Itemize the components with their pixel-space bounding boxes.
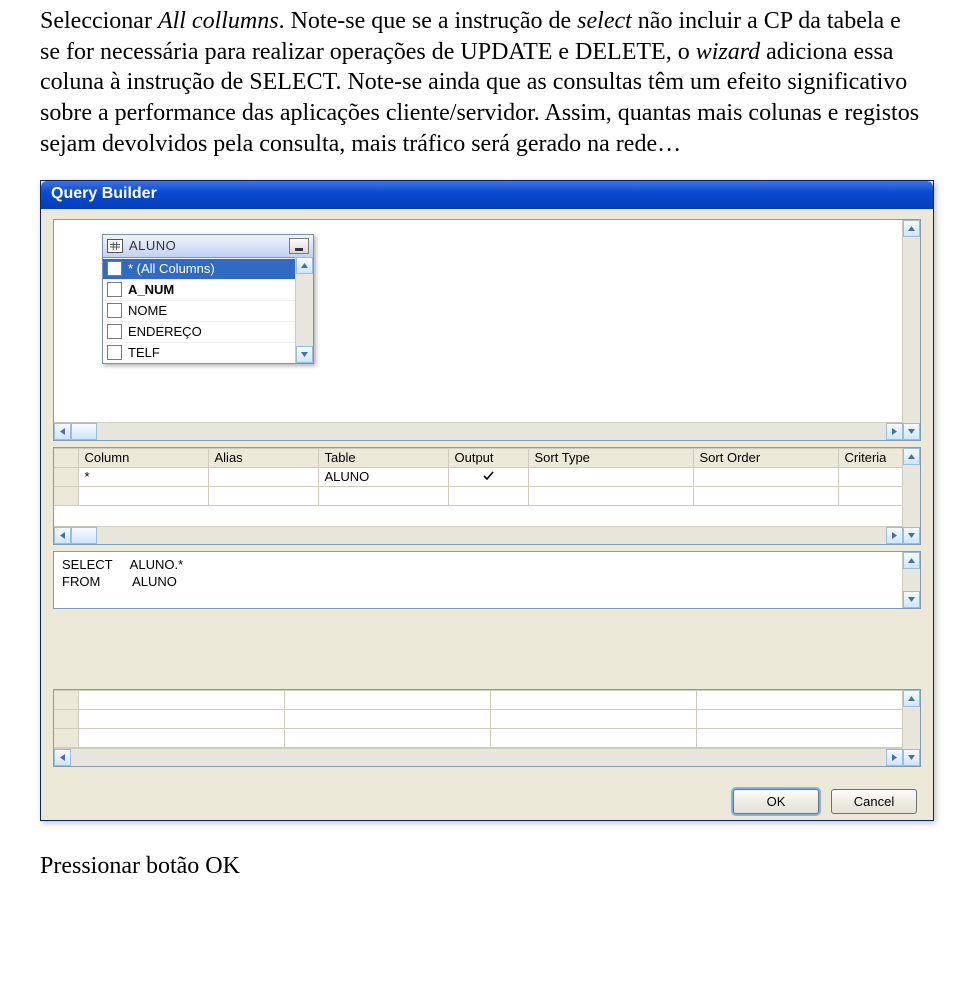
grid-empty-row[interactable] xyxy=(54,709,903,728)
table-window-vscroll[interactable] xyxy=(295,257,313,363)
grid-empty-row[interactable] xyxy=(54,486,903,505)
diagram-pane[interactable]: ALUNO * (All Columns) A_NUM NOME xyxy=(53,219,921,441)
scroll-down-icon[interactable] xyxy=(903,591,920,608)
cell-sort-order[interactable] xyxy=(693,467,838,486)
sql-text[interactable]: SELECT ALUNO.* FROM ALUNO xyxy=(54,552,920,595)
cell-sort-type[interactable] xyxy=(528,467,693,486)
col-header[interactable]: Column xyxy=(78,448,208,467)
check-icon xyxy=(482,469,495,485)
column-label: ENDEREÇO xyxy=(128,324,202,339)
row-header[interactable] xyxy=(54,467,78,486)
column-label: TELF xyxy=(128,345,160,360)
cell-alias[interactable] xyxy=(208,467,318,486)
minimize-button[interactable] xyxy=(289,238,309,254)
column-row[interactable]: TELF xyxy=(103,342,313,363)
sql-vscroll[interactable] xyxy=(902,552,920,608)
dialog-button-bar: OK Cancel xyxy=(41,777,933,820)
column-label: A_NUM xyxy=(128,282,174,297)
col-header[interactable]: Output xyxy=(448,448,528,467)
ok-button[interactable]: OK xyxy=(733,789,819,814)
table-icon xyxy=(107,239,123,253)
scroll-up-icon[interactable] xyxy=(296,257,313,274)
cell-criteria[interactable] xyxy=(838,467,903,486)
results-pane[interactable] xyxy=(53,689,921,767)
col-header[interactable]: Criteria xyxy=(838,448,903,467)
cell-output[interactable] xyxy=(448,467,528,486)
grid-vscroll[interactable] xyxy=(902,448,920,544)
results-grid[interactable] xyxy=(54,690,903,748)
checkbox-icon[interactable] xyxy=(107,345,122,360)
col-header[interactable]: Alias xyxy=(208,448,318,467)
grid-header-row: Column Alias Table Output Sort Type Sort… xyxy=(54,448,903,467)
text-italic: All collumns xyxy=(158,8,279,34)
grid-empty-row[interactable] xyxy=(54,728,903,747)
scroll-left-icon[interactable] xyxy=(54,527,71,544)
scroll-right-icon[interactable] xyxy=(886,423,903,440)
results-vscroll[interactable] xyxy=(902,690,920,766)
column-row[interactable]: ENDEREÇO xyxy=(103,321,313,342)
scroll-thumb[interactable] xyxy=(71,423,97,440)
scroll-up-icon[interactable] xyxy=(903,552,920,569)
grid-empty-row[interactable] xyxy=(54,690,903,709)
sql-pane[interactable]: SELECT ALUNO.* FROM ALUNO xyxy=(53,551,921,609)
scroll-left-icon[interactable] xyxy=(54,423,71,440)
diagram-vscroll[interactable] xyxy=(902,220,920,440)
scroll-up-icon[interactable] xyxy=(903,220,920,237)
grid-data-row[interactable]: * ALUNO xyxy=(54,467,903,486)
scroll-down-icon[interactable] xyxy=(903,423,920,440)
cancel-button[interactable]: Cancel xyxy=(831,789,917,814)
text: Seleccionar xyxy=(40,8,158,34)
checkbox-icon[interactable] xyxy=(107,282,122,297)
diagram-hscroll[interactable] xyxy=(54,422,903,440)
intro-paragraph: Seleccionar All collumns. Note-se que se… xyxy=(40,6,920,160)
scroll-right-icon[interactable] xyxy=(886,749,903,766)
column-row[interactable]: NOME xyxy=(103,300,313,321)
column-row[interactable]: A_NUM xyxy=(103,279,313,300)
col-header[interactable]: Sort Order xyxy=(693,448,838,467)
scroll-up-icon[interactable] xyxy=(903,448,920,465)
table-window-aluno[interactable]: ALUNO * (All Columns) A_NUM NOME xyxy=(102,234,314,364)
scroll-up-icon[interactable] xyxy=(903,690,920,707)
dialog-title: Query Builder xyxy=(51,185,157,202)
text-italic: wizard xyxy=(696,39,760,65)
scroll-right-icon[interactable] xyxy=(886,527,903,544)
scroll-thumb[interactable] xyxy=(71,527,97,544)
checkbox-icon[interactable] xyxy=(107,324,122,339)
checkbox-icon[interactable] xyxy=(107,303,122,318)
col-header[interactable]: Sort Type xyxy=(528,448,693,467)
text-italic: select xyxy=(577,8,632,34)
results-hscroll[interactable] xyxy=(54,748,903,766)
cell-column[interactable]: * xyxy=(78,467,208,486)
text: . Note-se que se a instrução de xyxy=(279,8,578,34)
column-row-all[interactable]: * (All Columns) xyxy=(103,258,313,279)
criteria-grid-pane[interactable]: Column Alias Table Output Sort Type Sort… xyxy=(53,447,921,545)
dialog-titlebar[interactable]: Query Builder xyxy=(41,181,933,209)
table-window-header[interactable]: ALUNO xyxy=(103,235,313,258)
table-name: ALUNO xyxy=(129,238,176,253)
scroll-down-icon[interactable] xyxy=(903,749,920,766)
criteria-grid[interactable]: Column Alias Table Output Sort Type Sort… xyxy=(54,448,903,506)
checkbox-checked-icon[interactable] xyxy=(107,261,122,276)
scroll-down-icon[interactable] xyxy=(296,346,313,363)
instruction-paragraph: Pressionar botão OK xyxy=(40,851,920,882)
column-label: NOME xyxy=(128,303,167,318)
column-label: * (All Columns) xyxy=(128,261,215,276)
grid-hscroll[interactable] xyxy=(54,526,903,544)
scroll-left-icon[interactable] xyxy=(54,749,71,766)
col-header[interactable]: Table xyxy=(318,448,448,467)
scroll-down-icon[interactable] xyxy=(903,527,920,544)
query-builder-dialog: Query Builder ALUNO * (All Columns) xyxy=(40,180,934,821)
cell-table[interactable]: ALUNO xyxy=(318,467,448,486)
row-header xyxy=(54,448,78,467)
